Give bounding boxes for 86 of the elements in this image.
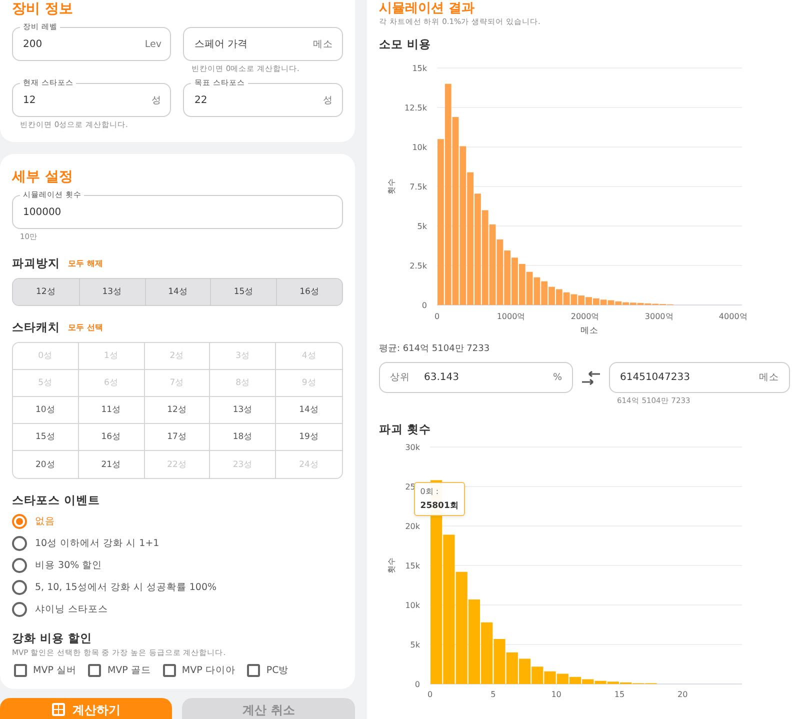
axis-tick-label: 10k (412, 143, 427, 152)
radio-button[interactable] (12, 580, 27, 594)
axis-tick-label: 12.5k (404, 104, 427, 112)
star-toggle[interactable]: 12성 (13, 279, 79, 305)
tooltip-label: 0회 : (420, 487, 440, 498)
axis-tick-label: 15k (405, 562, 420, 570)
option-label: MVP 골드 (107, 664, 151, 677)
histogram-bar (494, 638, 506, 684)
star-toggle[interactable]: 13성 (78, 279, 145, 305)
axis-tick-label: 5k (417, 222, 427, 231)
prefix-label: 상위 (390, 371, 410, 384)
swap-icon (581, 371, 601, 385)
star-toggle[interactable]: 12성 (144, 397, 210, 424)
histogram-bar (544, 671, 556, 684)
option-label: 10성 이하에서 강화 시 1+1 (35, 536, 160, 550)
average-text: 평균: 614억 5104만 7233 (378, 343, 491, 355)
axis-tick-label: 15 (614, 690, 625, 699)
star-toggle[interactable]: 16성 (78, 424, 145, 451)
unit-label: 메소 (312, 38, 333, 52)
axis-label: 횟수 (386, 178, 396, 194)
histogram-bar (556, 674, 568, 684)
chart-title: 파괴 횟수 (378, 422, 432, 437)
axis-tick-label: 1000억 (496, 312, 526, 321)
axis-label: 횟수 (386, 558, 396, 574)
star-toggle[interactable]: 13성 (210, 397, 276, 424)
option-label: 없음 (35, 514, 55, 528)
histogram-bar (481, 622, 493, 684)
section-title: 장비 정보 (12, 0, 74, 18)
axis-tick-label: 3000억 (644, 312, 674, 321)
axis-tick-label: 20k (405, 522, 420, 531)
axis-tick-label: 10 (551, 690, 562, 699)
calculator-icon (52, 703, 65, 716)
subsection-title: 스타포스 이벤트 (12, 493, 100, 508)
unit-label: Lev (144, 38, 162, 52)
percentile-input[interactable]: 63.143 (424, 372, 539, 383)
axis-tick-label: 2000억 (570, 312, 600, 321)
checkbox[interactable] (247, 664, 260, 677)
unit-label: 성 (322, 94, 333, 108)
section-title: 시뮬레이션 결과 (378, 0, 476, 17)
section-title: 세부 설정 (12, 168, 74, 186)
amount-input[interactable]: 61451047233 (620, 372, 745, 383)
option-label: MVP 다이아 (182, 664, 236, 677)
subsection-title: 파괴방지 (12, 256, 60, 271)
star-toggle[interactable]: 11성 (78, 397, 145, 424)
axis-tick-label: 2.5k (410, 262, 427, 270)
star-toggle[interactable]: 10성 (13, 397, 79, 424)
axis-tick-label: 20 (678, 690, 688, 699)
option-label: PC방 (266, 664, 289, 677)
star-toggle[interactable]: 18성 (210, 424, 276, 451)
axis-tick-label: 0 (434, 312, 440, 321)
axis-tick-label: 7.5k (410, 182, 427, 192)
star-toggle[interactable]: 16성 (276, 279, 342, 305)
axis-tick-label: 0 (422, 301, 427, 310)
unit-label: % (552, 372, 562, 383)
checkbox[interactable] (88, 664, 102, 677)
axis-tick-label: 5k (410, 640, 420, 650)
star-toggle[interactable]: 17성 (144, 424, 210, 451)
radio-button[interactable] (12, 602, 27, 616)
radio-button[interactable] (12, 514, 27, 528)
axis-tick-label: 4000억 (718, 312, 748, 321)
radio-button[interactable] (12, 536, 27, 550)
option-label: 비용 30% 할인 (35, 558, 102, 572)
option-label: 샤이닝 스타포스 (35, 602, 108, 616)
subsection-title: 강화 비용 할인 (12, 631, 92, 646)
option-label: 5, 10, 15성에서 강화 시 성공확률 100% (35, 580, 217, 594)
star-toggle[interactable]: 15성 (13, 424, 79, 451)
chart-title: 소모 비용 (378, 37, 432, 52)
axis-tick-label: 5 (490, 690, 496, 699)
option-label: MVP 실버 (33, 664, 76, 677)
axis-tick-label: 15k (412, 64, 427, 73)
radio-button[interactable] (12, 558, 27, 572)
unit-label: 메소 (759, 371, 779, 384)
histogram-bar (506, 652, 518, 684)
axis-label: 메소 (580, 326, 598, 336)
tooltip-value: 25801회 (420, 500, 459, 512)
unit-label: 성 (151, 94, 162, 108)
star-toggle[interactable]: 20성 (13, 451, 79, 478)
axis-tick-label: 10k (405, 601, 420, 610)
subsection-title: 스타캐치 (12, 320, 60, 335)
axis-tick-label: 0 (414, 680, 420, 689)
checkbox[interactable] (14, 664, 27, 677)
star-toggle[interactable]: 14성 (144, 279, 210, 305)
axis-tick-label: 30k (405, 443, 420, 452)
star-toggle[interactable]: 15성 (210, 279, 276, 305)
axis-tick-label: 0 (427, 690, 433, 699)
checkbox[interactable] (162, 664, 176, 677)
